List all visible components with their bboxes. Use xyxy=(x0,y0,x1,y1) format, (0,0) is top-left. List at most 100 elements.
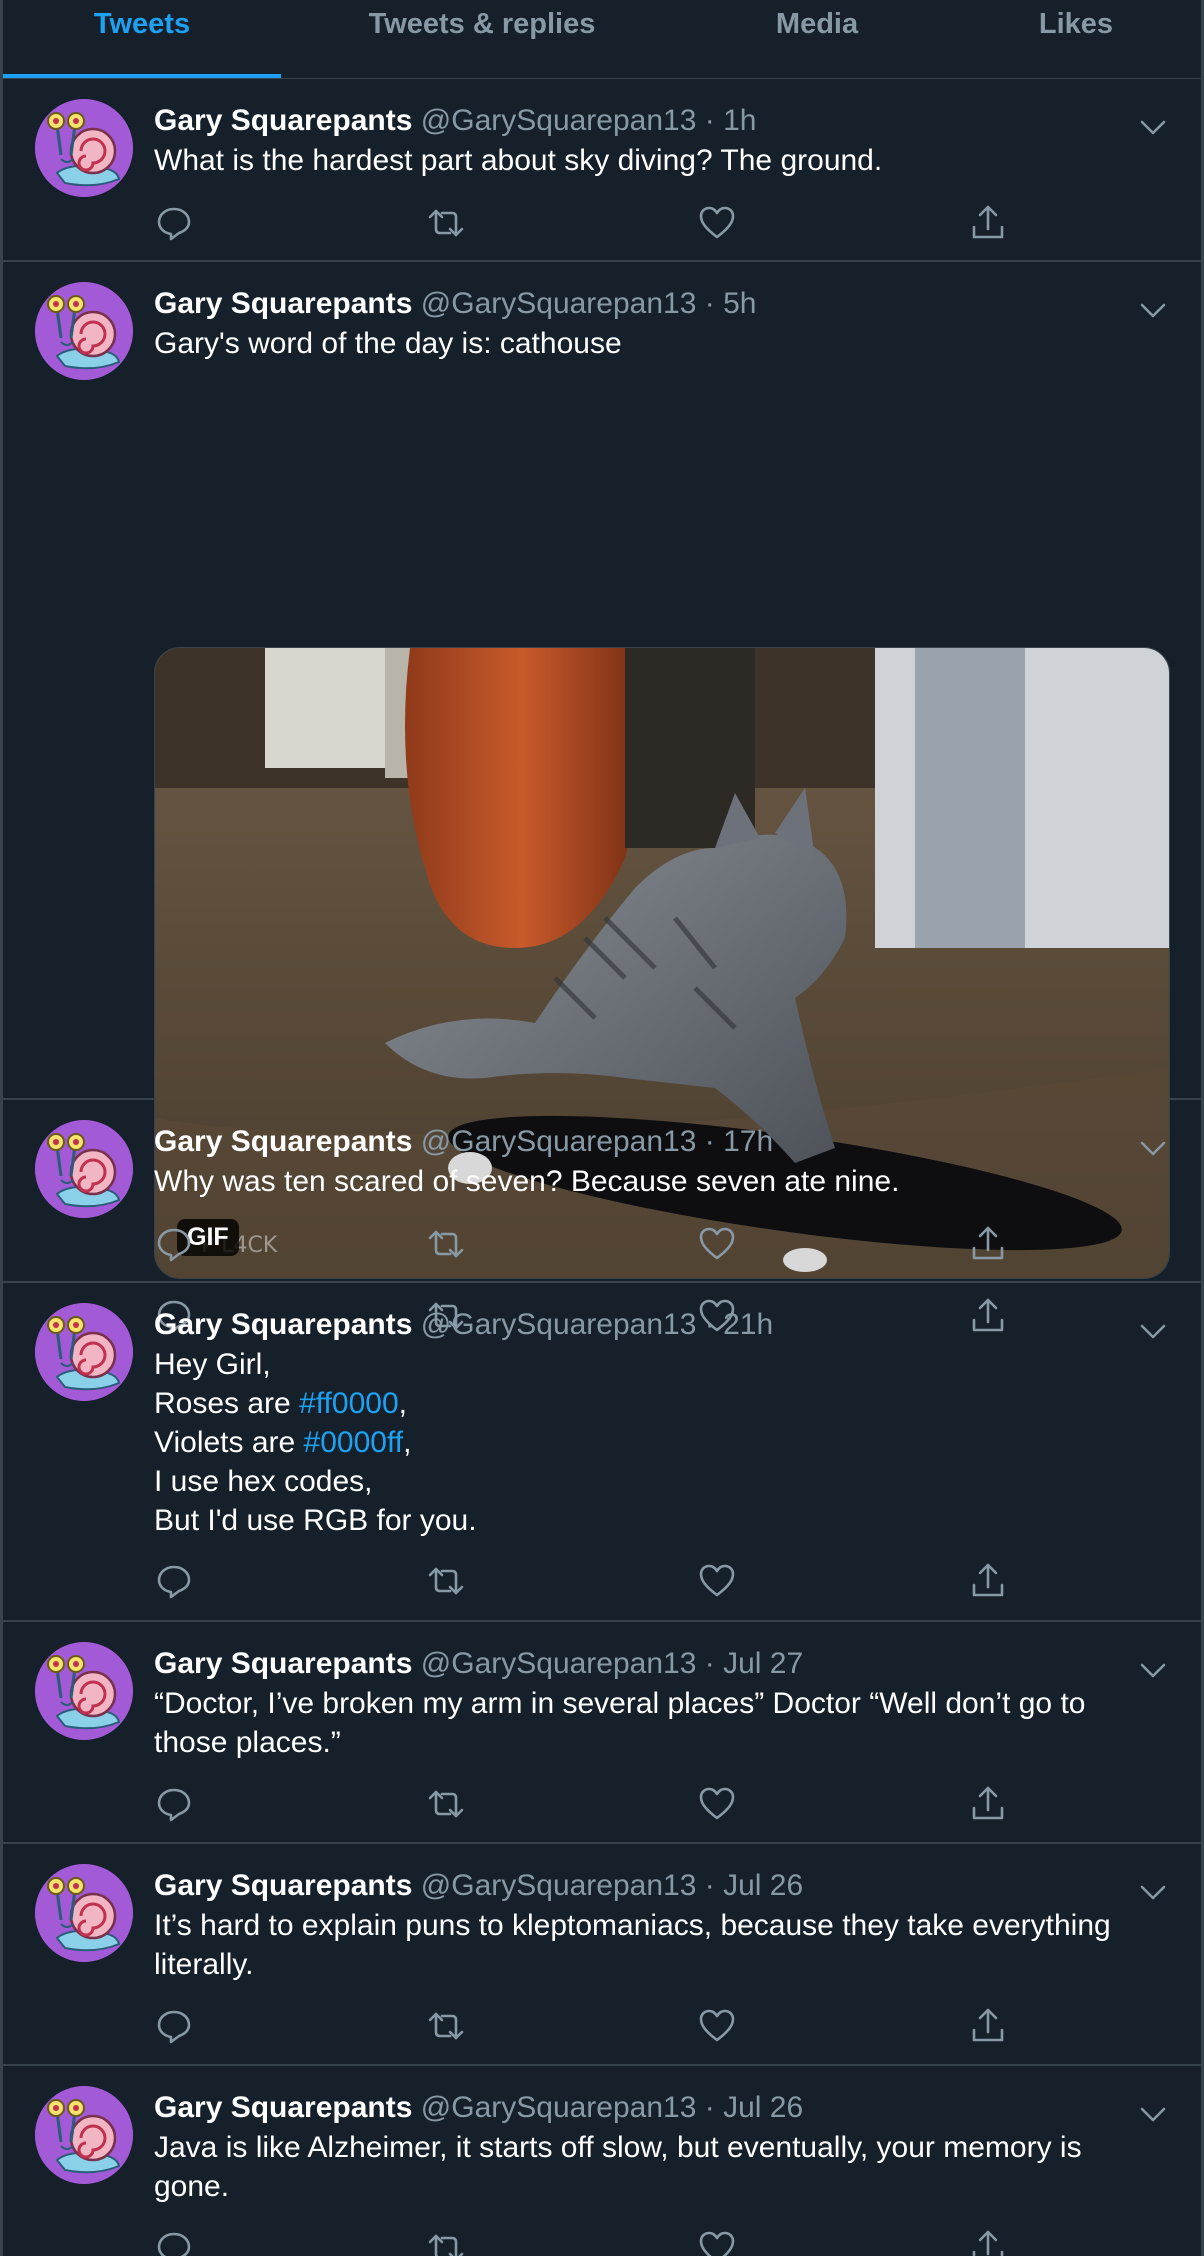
hashtag-link[interactable]: #0000ff xyxy=(304,1426,404,1459)
chevron-down-icon[interactable] xyxy=(1139,2106,1167,2124)
tweet-time[interactable]: Jul 26 xyxy=(723,2091,803,2124)
like-icon[interactable] xyxy=(697,1784,737,1824)
avatar[interactable] xyxy=(35,282,133,380)
tweet[interactable]: Gary Squarepants @GarySquarepan13 · Jul … xyxy=(3,1622,1201,1844)
dot-separator: · xyxy=(696,1647,724,1680)
like-icon[interactable] xyxy=(697,2228,737,2256)
chevron-down-icon[interactable] xyxy=(1139,1662,1167,1680)
tweet-text: It’s hard to explain puns to kleptomania… xyxy=(154,1906,1159,1984)
dot-separator: · xyxy=(696,287,724,320)
hashtag-link[interactable]: #ff0000 xyxy=(299,1387,399,1420)
tweet-actions xyxy=(154,2006,1014,2050)
share-icon[interactable] xyxy=(968,2228,1008,2256)
avatar[interactable] xyxy=(35,1864,133,1962)
dot-separator: · xyxy=(696,104,724,137)
tweet-text-line: literally. xyxy=(154,1948,254,1981)
author-handle[interactable]: @GarySquarepan13 xyxy=(421,1308,697,1341)
retweet-icon[interactable] xyxy=(426,2006,466,2046)
share-icon[interactable] xyxy=(968,1561,1008,1601)
tweet-text-line: Violets are #0000ff, xyxy=(154,1423,1159,1462)
tweet[interactable]: Gary Squarepants @GarySquarepan13 · 17h … xyxy=(3,1100,1201,1283)
tweet-time[interactable]: 5h xyxy=(723,287,756,320)
like-icon[interactable] xyxy=(697,203,737,243)
author-name[interactable]: Gary Squarepants xyxy=(154,1869,412,1902)
tweet-text-line: Why was ten scared of seven? Because sev… xyxy=(154,1165,900,1198)
tweet-text-line: Gary's word of the day is: cathouse xyxy=(154,327,622,360)
reply-icon[interactable] xyxy=(154,203,194,243)
tweet-text: Why was ten scared of seven? Because sev… xyxy=(154,1162,1159,1201)
retweet-icon[interactable] xyxy=(426,2228,466,2256)
chevron-down-icon[interactable] xyxy=(1139,1140,1167,1158)
author-handle[interactable]: @GarySquarepan13 xyxy=(421,104,697,137)
like-icon[interactable] xyxy=(697,1561,737,1601)
reply-icon[interactable] xyxy=(154,1561,194,1601)
tweet[interactable]: Gary Squarepants @GarySquarepan13 · 1h W… xyxy=(3,79,1201,262)
reply-icon[interactable] xyxy=(154,1224,194,1264)
tweet[interactable]: Gary Squarepants @GarySquarepan13 · Jul … xyxy=(3,2066,1201,2256)
tweet[interactable]: Gary Squarepants @GarySquarepan13 · 5h G… xyxy=(3,262,1201,1334)
author-name[interactable]: Gary Squarepants xyxy=(154,1308,412,1341)
chevron-down-icon[interactable] xyxy=(1139,119,1167,137)
tweet-text: Gary's word of the day is: cathouse xyxy=(154,324,1159,363)
author-name[interactable]: Gary Squarepants xyxy=(154,104,412,137)
tweet-time[interactable]: 21h xyxy=(723,1308,773,1341)
tweet-text-line: gone. xyxy=(154,2170,230,2203)
chevron-down-icon[interactable] xyxy=(1139,1884,1167,1902)
share-icon[interactable] xyxy=(968,1224,1008,1264)
dot-separator: · xyxy=(696,1869,724,1902)
reply-icon[interactable] xyxy=(154,2006,194,2046)
dot-separator: · xyxy=(696,1125,724,1158)
author-handle[interactable]: @GarySquarepan13 xyxy=(421,2091,697,2124)
tweet-text-line: those places.” xyxy=(154,1726,341,1759)
avatar[interactable] xyxy=(35,1642,133,1740)
tab-media[interactable]: Media xyxy=(683,0,951,78)
retweet-icon[interactable] xyxy=(426,1224,466,1264)
retweet-icon[interactable] xyxy=(426,203,466,243)
share-icon[interactable] xyxy=(968,2006,1008,2046)
retweet-icon[interactable] xyxy=(426,1561,466,1601)
avatar[interactable] xyxy=(35,2086,133,2184)
chevron-down-icon[interactable] xyxy=(1139,1323,1167,1341)
tab-tweets[interactable]: Tweets xyxy=(3,0,281,78)
tweet-time[interactable]: Jul 26 xyxy=(723,1869,803,1902)
tweet-text: “Doctor, I’ve broken my arm in several p… xyxy=(154,1684,1159,1762)
retweet-icon[interactable] xyxy=(426,1784,466,1824)
tweet-actions xyxy=(154,203,1014,247)
share-icon[interactable] xyxy=(968,203,1008,243)
dot-separator: · xyxy=(696,2091,724,2124)
author-name[interactable]: Gary Squarepants xyxy=(154,287,412,320)
tweet-text-line: But I'd use RGB for you. xyxy=(154,1504,477,1537)
text-fragment: Roses are xyxy=(154,1387,300,1420)
author-handle[interactable]: @GarySquarepan13 xyxy=(421,287,697,320)
share-icon[interactable] xyxy=(968,1784,1008,1824)
like-icon[interactable] xyxy=(697,1224,737,1264)
tab-likes[interactable]: Likes xyxy=(951,0,1201,78)
tab-tweets-and-replies[interactable]: Tweets & replies xyxy=(281,0,683,78)
chevron-down-icon[interactable] xyxy=(1139,302,1167,320)
tweet-text: Java is like Alzheimer, it starts off sl… xyxy=(154,2128,1159,2206)
tweet[interactable]: Gary Squarepants @GarySquarepan13 · 21h … xyxy=(3,1283,1201,1622)
author-handle[interactable]: @GarySquarepan13 xyxy=(421,1647,697,1680)
avatar[interactable] xyxy=(35,1120,133,1218)
author-handle[interactable]: @GarySquarepan13 xyxy=(421,1869,697,1902)
avatar[interactable] xyxy=(35,1303,133,1401)
author-name[interactable]: Gary Squarepants xyxy=(154,1647,412,1680)
reply-icon[interactable] xyxy=(154,1784,194,1824)
tweet-text-line: It’s hard to explain puns to kleptomania… xyxy=(154,1909,1111,1942)
author-name[interactable]: Gary Squarepants xyxy=(154,2091,412,2124)
reply-icon[interactable] xyxy=(154,2228,194,2256)
tweet-actions xyxy=(154,1561,1014,1605)
tweet-time[interactable]: 1h xyxy=(723,104,756,137)
profile-tabs: Tweets Tweets & replies Media Likes xyxy=(3,0,1201,79)
tweet[interactable]: Gary Squarepants @GarySquarepan13 · Jul … xyxy=(3,1844,1201,2066)
tweet-text-line: Roses are #ff0000, xyxy=(154,1384,1159,1423)
avatar[interactable] xyxy=(35,99,133,197)
text-fragment: , xyxy=(398,1387,407,1420)
tweet-time[interactable]: 17h xyxy=(723,1125,773,1158)
tweet-time[interactable]: Jul 27 xyxy=(723,1647,803,1680)
author-handle[interactable]: @GarySquarepan13 xyxy=(421,1125,697,1158)
author-name[interactable]: Gary Squarepants xyxy=(154,1125,412,1158)
tweet-actions xyxy=(154,2228,1014,2256)
tweet-actions xyxy=(154,1784,1014,1828)
like-icon[interactable] xyxy=(697,2006,737,2046)
